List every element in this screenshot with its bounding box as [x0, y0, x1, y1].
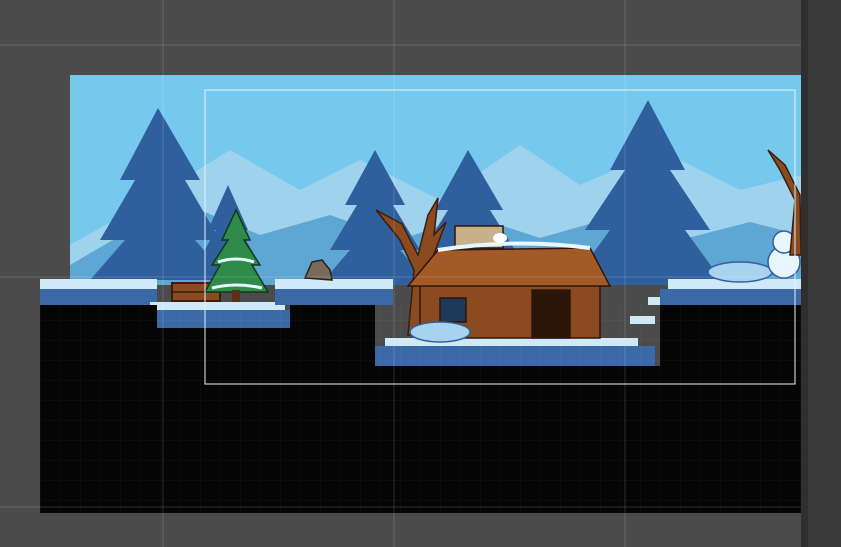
level-scene[interactable]	[0, 0, 801, 547]
scrollbar-strip	[801, 0, 808, 547]
bird	[493, 233, 507, 243]
